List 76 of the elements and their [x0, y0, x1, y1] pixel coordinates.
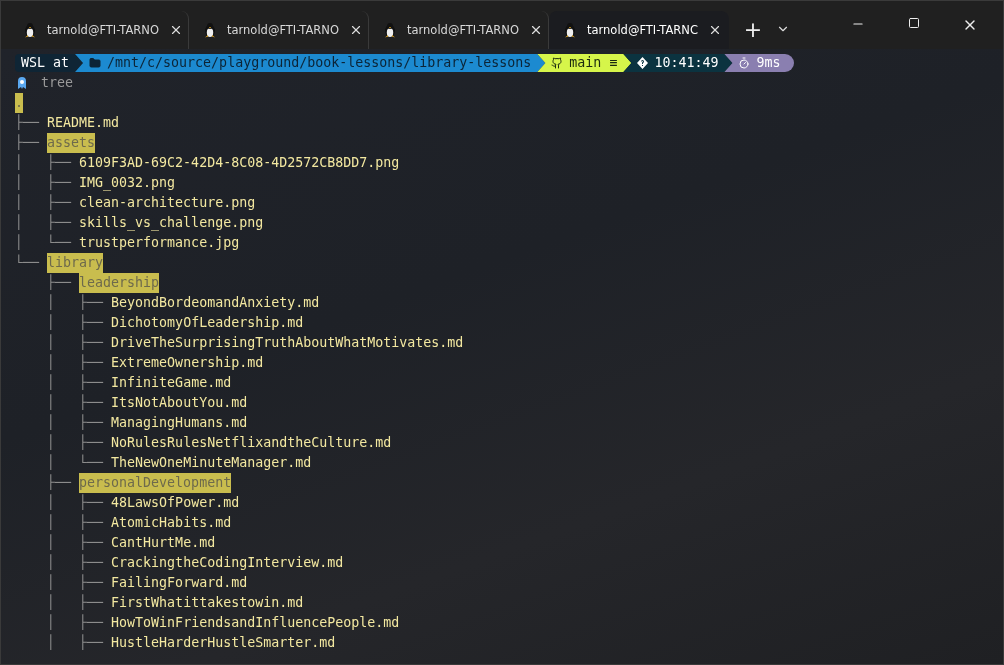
prompt-segment: 9ms: [724, 54, 795, 72]
penguin-icon: [563, 22, 577, 38]
unknown-glyph-icon: [637, 57, 649, 69]
prompt-segment: 10:41:49: [623, 54, 733, 72]
directory-name: leadership: [79, 273, 160, 293]
file-name: skills_vs_challenge.png: [79, 214, 264, 233]
tree-branch: │ ├──: [46, 573, 105, 592]
file-name: BeyondBordeomandAnxiety.md: [111, 294, 320, 312]
tree-branch: │ └──: [15, 233, 73, 252]
file-name: HowToWinFriendsandInfluencePeople.md: [111, 614, 400, 632]
tree-branch: │ ├──: [46, 373, 105, 392]
new-tab-button[interactable]: +: [737, 13, 769, 45]
tree-branch: └──: [15, 253, 41, 272]
tree-branch: │ ├──: [46, 413, 105, 432]
file-name: NoRulesRulesNetflixandtheCulture.md: [111, 434, 392, 452]
directory-name: assets: [47, 133, 96, 153]
file-name: IMG_0032.png: [79, 174, 176, 193]
file-name: clean-architecture.png: [79, 194, 256, 212]
prompt-icon: [15, 76, 29, 90]
terminal-tab[interactable]: tarnold@FTI-TARNC: [549, 11, 729, 49]
file-name: CantHurtMe.md: [111, 534, 216, 552]
timer-icon: [738, 57, 751, 69]
tree-branch: │ ├──: [15, 173, 73, 192]
tree-branch: │ ├──: [46, 593, 105, 612]
folder-icon: [89, 57, 102, 69]
file-name: 48LawsOfPower.md: [111, 494, 240, 512]
penguin-icon: [203, 22, 217, 38]
github-icon: [551, 57, 564, 69]
file-name: ExtremeOwnership.md: [111, 354, 264, 372]
tree-branch: │ ├──: [46, 333, 105, 352]
penguin-icon: [383, 22, 397, 38]
tree-branch: │ ├──: [46, 553, 105, 572]
file-name: README.md: [47, 114, 120, 132]
tree-branch: │ ├──: [46, 513, 105, 532]
prompt-segment: /mnt/c/source/playground/book-lessons/library-lessons: [75, 54, 546, 72]
tree-branch: │ ├──: [15, 193, 73, 212]
file-name: trustperformance.jpg: [79, 234, 240, 252]
file-name: TheNewOneMinuteManager.md: [111, 454, 312, 472]
tree-branch: │ ├──: [46, 393, 105, 412]
tree-branch: │ ├──: [46, 293, 105, 312]
tree-branch: │ ├──: [15, 153, 73, 172]
file-name: FailingForward.md: [111, 574, 248, 592]
file-name: CrackingtheCodingInterview.md: [111, 554, 344, 572]
file-name: InfiniteGame.md: [111, 374, 232, 392]
tree-branch: ├──: [15, 113, 41, 132]
command-text: tree: [41, 74, 74, 92]
tree-branch: ├──: [46, 273, 73, 292]
tab-title: tarnold@FTI-TARNO: [407, 23, 519, 37]
tree-branch: │ ├──: [46, 353, 105, 372]
file-name: ItsNotAboutYou.md: [111, 394, 248, 412]
tab-title: tarnold@FTI-TARNC: [587, 23, 698, 37]
tab-title: tarnold@FTI-TARNO: [47, 23, 159, 37]
tree-branch: │ ├──: [46, 433, 105, 452]
tree-branch: ├──: [15, 133, 41, 152]
tree-branch: │ ├──: [15, 213, 73, 232]
tree-branch: │ └──: [46, 453, 105, 472]
prompt-segment: main ≡: [537, 54, 632, 72]
directory-name: library: [47, 253, 104, 273]
file-name: 6109F3AD-69C2-42D4-8C08-4D2572CB8DD7.png: [79, 154, 400, 172]
file-name: DichotomyOfLeadership.md: [111, 314, 304, 332]
tree-branch: │ ├──: [46, 633, 105, 652]
penguin-icon: [23, 22, 37, 38]
file-name: DriveTheSurprisingTruthAboutWhatMotivates.md: [111, 334, 464, 352]
tree-branch: │ ├──: [46, 533, 105, 552]
tree-branch: ├──: [46, 473, 73, 492]
tab-title: tarnold@FTI-TARNO: [227, 23, 339, 37]
tree-branch: │ ├──: [46, 613, 105, 632]
file-name: ManagingHumans.md: [111, 414, 248, 432]
tree-branch: │ ├──: [46, 493, 105, 512]
file-name: HustleHarderHustleSmarter.md: [111, 634, 336, 652]
maximize-icon[interactable]: [908, 17, 920, 29]
file-name: FirstWhatittakestowin.md: [111, 594, 304, 612]
directory-name: .: [15, 93, 23, 113]
file-name: AtomicHabits.md: [111, 514, 232, 532]
directory-name: personalDevelopment: [79, 473, 232, 493]
tree-branch: │ ├──: [46, 313, 105, 332]
